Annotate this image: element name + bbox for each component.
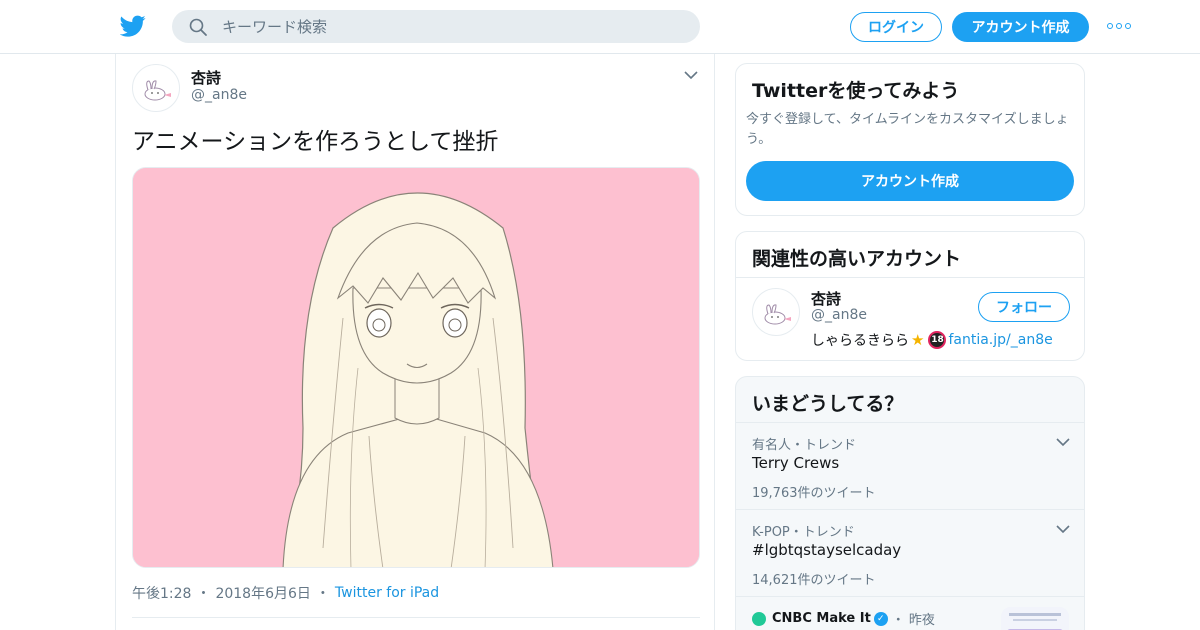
login-button[interactable]: ログイン [850,12,942,42]
related-account-name[interactable]: 杏詩 [811,288,841,309]
related-account-handle[interactable]: @_an8e [811,307,867,323]
more-options-icon[interactable] [1107,20,1131,32]
tweet-source-link[interactable]: Twitter for iPad [335,585,439,601]
divider [736,509,1084,510]
chevron-down-icon[interactable] [684,70,698,80]
tweet-author-name[interactable]: 杏詩 [191,67,221,88]
trend-name[interactable]: #lgbtqstayselcaday [752,541,901,559]
meta-separator: ・ [315,586,330,602]
chevron-down-icon[interactable] [1056,437,1070,447]
meta-separator: ・ [196,586,211,602]
chevron-down-icon[interactable] [1056,524,1070,534]
news-item[interactable]: CNBC Make It ✓ ・ 昨夜 [752,609,935,628]
trend-meta: 有名人・トレンド [752,438,857,453]
tweet-media-image[interactable] [132,167,700,568]
divider [736,422,1084,423]
twitter-bird-icon[interactable] [120,13,146,39]
top-bar: ログイン アカウント作成 [0,0,1200,54]
avatar[interactable] [132,64,180,112]
signup-button[interactable]: アカウント作成 [952,12,1089,42]
tweet-date[interactable]: 2018年6月6日 [215,583,310,603]
search-bar [172,10,700,43]
tweet-detail: 杏詩 @_an8e アニメーションを作ろうとして挫折 午後1:28 ・ 2018… [115,54,715,630]
avatar[interactable] [752,288,800,336]
trend-count: 14,621件のツイート [752,573,876,588]
star-icon: ★ [911,331,925,349]
age-18-badge-icon: 18 [928,331,947,349]
tweet-text: アニメーションを作ろうとして挫折 [132,129,499,155]
trends-card: いまどうしてる？ 有名人・トレンド Terry Crews 19,763件のツイ… [735,376,1085,630]
divider [736,596,1084,597]
divider [132,617,700,618]
signup-card-title: Twitterを使ってみよう [752,80,960,102]
tweet-timestamp: 午後1:28 ・ 2018年6月6日 ・ Twitter for iPad [132,583,439,603]
tweet-author-handle[interactable]: @_an8e [191,87,247,103]
signup-card: Twitterを使ってみよう 今すぐ登録して、タイムラインをカスタマイズしましょ… [735,63,1085,216]
bio-link[interactable]: fantia.jp/_an8e [948,332,1052,348]
news-thumbnail-image[interactable] [1001,607,1069,630]
cnbc-logo-icon [752,611,766,626]
tweet-time[interactable]: 午後1:28 [132,583,191,603]
news-time: ・ [891,613,905,628]
search-input[interactable] [222,17,682,36]
related-accounts-title: 関連性の高いアカウント [752,248,962,270]
news-thumbnail-graphic [1001,607,1069,630]
trends-title: いまどうしてる？ [752,393,904,415]
follow-button[interactable]: フォロー [978,292,1070,322]
signup-card-description: 今すぐ登録して、タイムラインをカスタマイズしましょう。 [746,112,1069,147]
news-source: CNBC Make It [772,611,871,626]
related-account-bio: しゃらるきらら ★ 18 fantia.jp/_an8e [811,330,1053,350]
signup-card-button[interactable]: アカウント作成 [746,161,1074,201]
bunny-avatar-icon [144,80,171,101]
anime-girl-sketch-image [133,168,699,567]
verified-badge-icon: ✓ [873,611,888,626]
trend-name[interactable]: Terry Crews [752,454,839,472]
divider [736,277,1084,278]
trend-count: 19,763件のツイート [752,486,876,501]
bio-text: しゃらるきらら [811,333,909,349]
bunny-avatar-icon [764,304,791,325]
search-icon [189,18,207,36]
related-accounts-card: 関連性の高いアカウント 杏詩 @_an8e フォロー しゃらるきらら ★ 18 … [735,231,1085,361]
trend-meta: K-POP・トレンド [752,525,855,540]
news-time-value: 昨夜 [908,613,935,628]
